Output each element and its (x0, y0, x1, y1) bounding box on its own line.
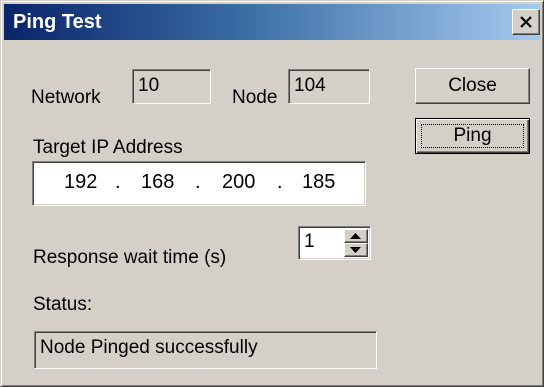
network-label: Network (31, 87, 101, 108)
node-field: 104 (288, 69, 370, 104)
close-button[interactable]: Close (415, 68, 530, 104)
spin-up-icon (350, 233, 361, 239)
ip-octet-2[interactable]: 168 (141, 171, 174, 193)
status-value: Node Pinged successfully (40, 337, 258, 358)
ip-octet-4[interactable]: 185 (302, 171, 335, 193)
ip-dot-3: . (277, 171, 283, 193)
window-title: Ping Test (13, 11, 102, 33)
close-window-button[interactable] (512, 9, 540, 35)
node-value: 104 (294, 75, 326, 96)
ip-dot-2: . (195, 171, 201, 193)
ip-octet-3[interactable]: 200 (222, 171, 255, 193)
spin-down-button[interactable] (344, 243, 368, 257)
ping-button[interactable]: Ping (415, 118, 530, 154)
node-label: Node (232, 87, 278, 108)
response-wait-value[interactable]: 1 (304, 231, 315, 252)
ip-octet-1[interactable]: 192 (64, 171, 97, 193)
network-value: 10 (138, 75, 160, 96)
ip-dot-1: . (115, 171, 121, 193)
ping-button-label: Ping (421, 124, 524, 148)
status-label: Status: (33, 294, 93, 315)
status-field: Node Pinged successfully (34, 331, 377, 369)
response-wait-spinner[interactable]: 1 (298, 226, 371, 260)
response-wait-label: Response wait time (s) (33, 247, 227, 268)
close-icon (520, 16, 532, 28)
ip-address-field[interactable]: 192 . 168 . 200 . 185 (32, 161, 366, 206)
spin-up-button[interactable] (344, 229, 368, 243)
title-bar[interactable]: Ping Test (4, 4, 540, 40)
spin-down-icon (350, 247, 361, 253)
target-ip-label: Target IP Address (33, 137, 183, 158)
network-field: 10 (132, 69, 211, 104)
ping-test-dialog: Ping Test Network 10 Node 104 Close Ping… (0, 0, 544, 387)
